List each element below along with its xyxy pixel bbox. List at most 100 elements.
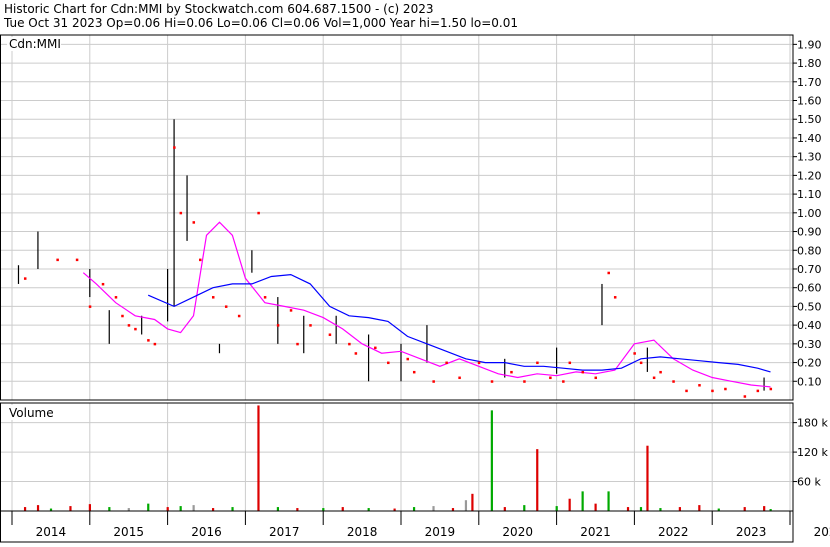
price-close-dot	[329, 333, 332, 336]
year-tick-label: 2016	[191, 525, 222, 539]
volume-bar	[89, 504, 91, 511]
volume-bar	[595, 504, 597, 511]
price-close-dot	[134, 328, 137, 331]
volume-bar	[698, 505, 700, 511]
volume-bar	[744, 507, 746, 511]
price-tick-label: 0.80	[797, 244, 822, 257]
volume-bar	[763, 506, 765, 511]
price-close-dot	[387, 362, 390, 365]
year-tick-label: 2014	[36, 525, 67, 539]
year-tick-label: 2024	[814, 525, 830, 539]
price-tick-label: 0.20	[797, 357, 822, 370]
year-tick-label: 2018	[347, 525, 378, 539]
year-tick-label: 2021	[580, 525, 611, 539]
price-close-dot	[536, 362, 539, 365]
year-tick-label: 2020	[502, 525, 533, 539]
price-tick-label: 1.40	[797, 132, 822, 145]
volume-bar	[679, 507, 681, 511]
year-tick-label: 2022	[658, 525, 689, 539]
volume-bar	[556, 506, 558, 511]
volume-bar	[491, 410, 493, 511]
price-close-dot	[277, 324, 280, 327]
volume-bar	[627, 507, 629, 511]
volume-bar	[432, 506, 434, 511]
price-tick-label: 1.00	[797, 207, 822, 220]
price-tick-label: 1.80	[797, 57, 822, 70]
volume-bar	[536, 449, 538, 511]
price-close-dot	[523, 380, 526, 383]
volume-bar	[180, 506, 182, 511]
year-tick-label: 2019	[425, 525, 456, 539]
volume-bar	[471, 494, 473, 511]
price-close-dot	[257, 212, 260, 215]
price-close-dot	[225, 305, 228, 308]
price-close-dot	[614, 296, 617, 299]
price-close-dot	[76, 259, 79, 262]
volume-bar	[640, 507, 642, 511]
price-close-dot	[491, 380, 494, 383]
volume-panel-label: Volume	[9, 406, 54, 420]
price-close-dot	[770, 388, 773, 391]
price-close-dot	[445, 362, 448, 365]
price-close-dot	[238, 315, 241, 318]
price-tick-label: 0.10	[797, 375, 822, 388]
volume-bar	[504, 507, 506, 511]
price-close-dot	[672, 380, 675, 383]
stockwatch-chart: Historic Chart for Cdn:MMI by Stockwatch…	[0, 0, 830, 543]
quote-summary: Tue Oct 31 2023 Op=0.06 Hi=0.06 Lo=0.06 …	[3, 16, 518, 30]
price-close-dot	[199, 259, 202, 262]
volume-bar	[108, 507, 110, 511]
price-panel-label: Cdn:MMI	[9, 37, 61, 51]
price-close-dot	[154, 343, 157, 346]
price-close-dot	[744, 395, 747, 398]
price-close-dot	[102, 283, 105, 286]
price-close-dot	[510, 371, 513, 374]
price-close-dot	[595, 377, 598, 380]
price-tick-label: 0.60	[797, 282, 822, 295]
price-tick-label: 1.10	[797, 188, 822, 201]
price-close-dot	[413, 371, 416, 374]
volume-bar	[193, 505, 195, 511]
chart-title: Historic Chart for Cdn:MMI by Stockwatch…	[4, 2, 433, 16]
price-close-dot	[374, 347, 377, 350]
volume-tick-label: 60 k	[797, 476, 821, 489]
price-close-dot	[685, 390, 688, 393]
price-close-dot	[24, 277, 27, 280]
price-close-dot	[607, 272, 610, 275]
price-close-dot	[348, 343, 351, 346]
price-tick-label: 1.70	[797, 76, 822, 89]
price-close-dot	[355, 352, 358, 355]
volume-bar	[37, 505, 39, 511]
price-tick-label: 0.40	[797, 319, 822, 332]
price-close-dot	[128, 324, 131, 327]
price-tick-label: 0.50	[797, 300, 822, 313]
volume-bar	[523, 505, 525, 511]
volume-tick-label: 180 k	[797, 417, 828, 430]
price-close-dot	[653, 377, 656, 380]
volume-bar	[69, 506, 71, 511]
price-close-dot	[180, 212, 183, 215]
price-close-dot	[582, 371, 585, 374]
price-close-dot	[406, 358, 409, 361]
price-close-dot	[309, 324, 312, 327]
year-tick-label: 2023	[736, 525, 767, 539]
price-close-dot	[633, 352, 636, 355]
year-tick-label: 2017	[269, 525, 300, 539]
price-close-dot	[147, 339, 150, 342]
price-tick-label: 1.90	[797, 38, 822, 51]
price-close-dot	[212, 296, 215, 299]
volume-bar	[465, 500, 467, 511]
price-close-dot	[640, 362, 643, 365]
price-tick-label: 1.20	[797, 169, 822, 182]
price-close-dot	[757, 390, 760, 393]
price-close-dot	[659, 371, 662, 374]
volume-bar	[582, 491, 584, 511]
year-tick-label: 2015	[113, 525, 144, 539]
price-close-dot	[432, 380, 435, 383]
price-tick-label: 1.30	[797, 151, 822, 164]
volume-bar	[147, 504, 149, 511]
volume-bar	[277, 507, 279, 511]
price-close-dot	[478, 362, 481, 365]
price-close-dot	[711, 390, 714, 393]
price-close-dot	[264, 296, 267, 299]
